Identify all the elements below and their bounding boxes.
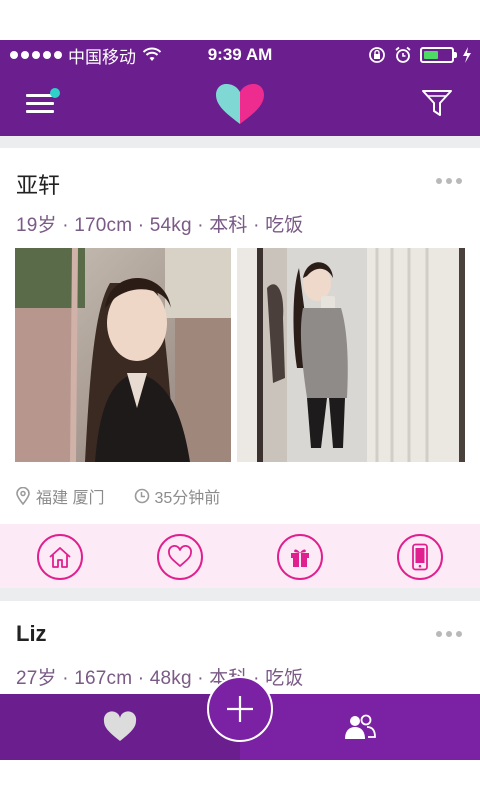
heart-tab-icon xyxy=(103,711,137,741)
menu-button[interactable] xyxy=(26,88,60,118)
status-bar: 中国移动 9:39 AM xyxy=(0,40,480,70)
people-group-icon xyxy=(345,714,376,739)
mobile-phone-icon xyxy=(412,543,428,571)
heart-logo-icon xyxy=(216,82,264,126)
more-options-button[interactable] xyxy=(436,631,462,637)
rotation-lock-icon xyxy=(369,47,385,63)
gift-button[interactable] xyxy=(277,534,323,580)
battery-fill xyxy=(424,51,438,59)
heart-icon xyxy=(168,545,192,568)
bottom-tab-bar xyxy=(0,676,480,760)
phone-button[interactable] xyxy=(397,534,443,580)
tab-friends[interactable] xyxy=(240,694,480,760)
alarm-clock-icon xyxy=(395,46,411,63)
charging-bolt-icon xyxy=(463,47,471,63)
location-label: 福建 厦门 xyxy=(36,490,105,507)
profile-feed[interactable]: 亚轩 19岁 · 170cm · 54kg · 本科 · 吃饭 福建 厦门 35… xyxy=(0,136,480,694)
hamburger-menu-bar xyxy=(26,110,54,113)
time-ago-label: 35分钟前 xyxy=(154,490,221,507)
more-options-button[interactable] xyxy=(436,178,462,184)
more-dot xyxy=(446,631,452,637)
profile-meta: 福建 厦门 35分钟前 xyxy=(16,484,220,508)
profile-photo-2[interactable] xyxy=(237,248,465,462)
battery-icon xyxy=(420,47,457,63)
hamburger-menu-bar xyxy=(26,102,54,105)
tab-likes[interactable] xyxy=(0,694,240,760)
top-navigation-bar xyxy=(0,70,480,136)
profile-name: Liz xyxy=(16,621,47,646)
profile-card[interactable]: 亚轩 19岁 · 170cm · 54kg · 本科 · 吃饭 福建 厦门 35… xyxy=(0,148,480,588)
more-dots-icon xyxy=(436,178,442,184)
time-meta: 35分钟前 xyxy=(134,484,220,508)
home-icon xyxy=(49,547,71,568)
bottom-margin xyxy=(0,760,480,800)
filter-button[interactable] xyxy=(420,86,454,120)
profile-photo-1[interactable] xyxy=(15,248,231,462)
home-button[interactable] xyxy=(37,534,83,580)
more-dot xyxy=(456,178,462,184)
more-dot xyxy=(456,631,462,637)
top-margin xyxy=(0,0,480,40)
notification-dot xyxy=(50,88,60,98)
status-right xyxy=(368,40,472,70)
like-button[interactable] xyxy=(157,534,203,580)
plus-icon xyxy=(227,696,253,722)
location-pin-icon xyxy=(16,487,32,505)
more-dot xyxy=(446,178,452,184)
gift-icon xyxy=(291,549,309,567)
funnel-filter-icon xyxy=(422,90,452,116)
profile-info: 19岁 · 170cm · 54kg · 本科 · 吃饭 xyxy=(16,215,304,236)
more-dots-icon xyxy=(436,631,442,637)
clock-icon xyxy=(134,487,150,505)
profile-name: 亚轩 xyxy=(16,173,61,198)
add-button[interactable] xyxy=(207,676,273,742)
action-bar xyxy=(0,524,480,588)
